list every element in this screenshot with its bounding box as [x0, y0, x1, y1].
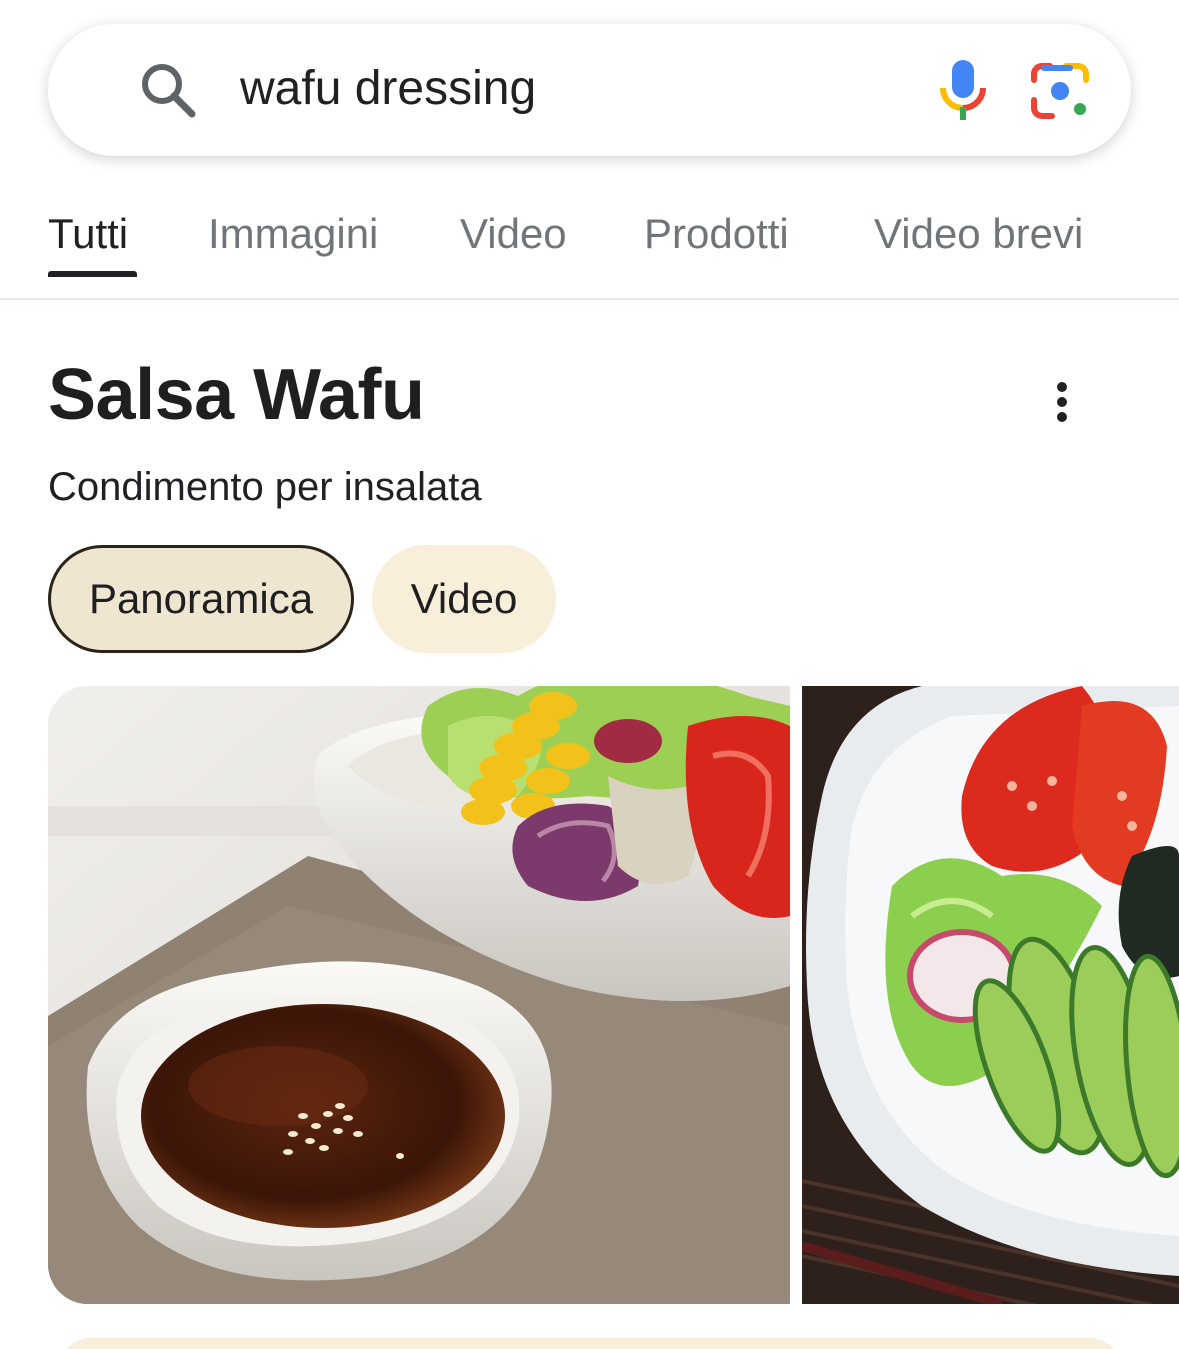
search-bar[interactable]: wafu dressing [48, 24, 1131, 156]
chip-video[interactable]: Video [372, 545, 556, 653]
tab-products[interactable]: Prodotti [644, 208, 789, 260]
active-tab-indicator [48, 271, 137, 277]
tab-all[interactable]: Tutti [48, 208, 128, 260]
tab-short-videos[interactable]: Video brevi [874, 208, 1083, 260]
search-tabs: Tutti Immagini Video Prodotti Video brev… [0, 200, 1179, 300]
tab-video[interactable]: Video [460, 208, 567, 260]
salad-dressing-photo [48, 686, 790, 1304]
google-lens-icon[interactable] [1030, 62, 1094, 120]
entity-title: Salsa Wafu [48, 355, 425, 435]
entity-subtitle: Condimento per insalata [48, 465, 482, 509]
more-dot [1057, 412, 1067, 422]
image-salad-plate[interactable] [802, 686, 1179, 1304]
more-vert-icon[interactable] [1040, 376, 1084, 428]
image-wafu-dressing[interactable] [48, 686, 790, 1304]
next-result-card[interactable] [60, 1338, 1120, 1349]
search-icon[interactable] [138, 60, 198, 120]
salad-plate-photo [802, 686, 1179, 1304]
search-query[interactable]: wafu dressing [240, 58, 536, 120]
search-results-page: wafu dressing Tutti Immagini Video Prodo… [0, 0, 1179, 1349]
chip-overview[interactable]: Panoramica [48, 545, 354, 653]
mic-icon[interactable] [938, 58, 988, 122]
more-dot [1057, 397, 1067, 407]
tabs-divider [0, 298, 1179, 300]
tab-images[interactable]: Immagini [208, 208, 378, 260]
more-dot [1057, 382, 1067, 392]
